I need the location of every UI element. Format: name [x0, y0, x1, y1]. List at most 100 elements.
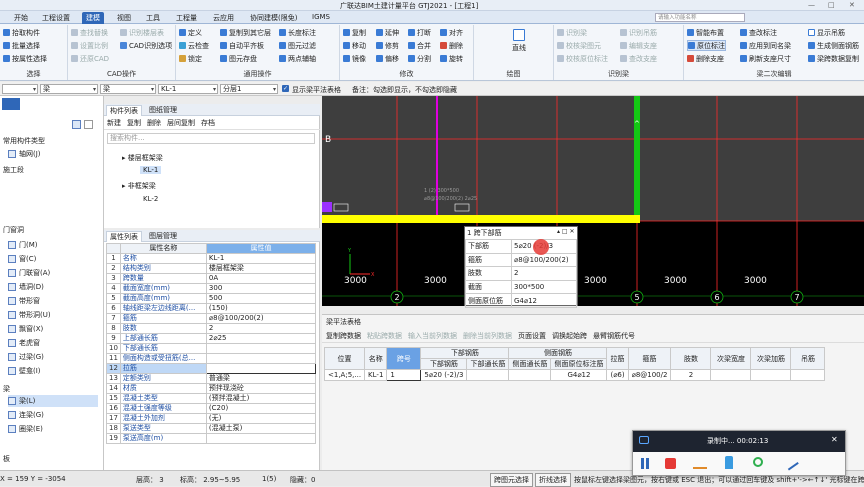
two-point-axis-button[interactable]: 两点辅轴	[279, 53, 316, 64]
tree-leaf-kl2[interactable]: KL-2	[140, 195, 161, 203]
offset-button[interactable]: 偏移	[376, 53, 399, 64]
property-row[interactable]: 3 跨数量 0A	[106, 273, 317, 284]
nav-item-beam[interactable]: 梁(L)	[8, 395, 98, 407]
copy-span-data-button[interactable]: 梁跨数据复制	[808, 53, 859, 64]
restore-cad-button[interactable]: 还原CAD	[71, 53, 109, 64]
find-replace-button[interactable]: 查找替换	[71, 27, 108, 38]
nav-common-header[interactable]: 常用构件类型	[3, 135, 45, 147]
tab-quantity[interactable]: 工程量	[172, 12, 201, 24]
property-row[interactable]: 15 混凝土类型 (预拌混凝土)	[106, 393, 317, 404]
property-value[interactable]: 2	[205, 323, 317, 334]
new-button[interactable]: 新建	[107, 118, 121, 128]
property-row[interactable]: 8 肢数 2	[106, 323, 317, 334]
align-button[interactable]: 对齐	[440, 27, 463, 38]
close-button[interactable]: ✕	[849, 1, 855, 9]
property-row[interactable]: 4 截面宽度(mm) 300	[106, 283, 317, 294]
identify-hanger-button[interactable]: 识别吊筋	[620, 27, 657, 38]
tab-start[interactable]: 开始	[10, 12, 32, 24]
nav-item-bay-window[interactable]: 飘窗(X)	[8, 323, 43, 335]
rotate-button[interactable]: 旋转	[440, 53, 463, 64]
beam-toolbar-button[interactable]: 页面设置	[518, 331, 546, 341]
line-button[interactable]: 直线	[512, 29, 526, 53]
tab-igms[interactable]: IGMS	[308, 12, 334, 24]
delete-button[interactable]: 删除	[440, 40, 463, 51]
copy-between-floors-button[interactable]: 层间复制	[167, 118, 195, 128]
property-value[interactable]: KL-1	[205, 253, 317, 264]
stop-icon[interactable]	[665, 458, 676, 469]
view-support-button[interactable]: 查改支座	[620, 53, 657, 64]
zoom-icon[interactable]	[753, 457, 763, 467]
identify-beam-button[interactable]: 识别梁	[557, 27, 587, 38]
property-value[interactable]: 普通梁	[205, 373, 317, 384]
inplace-annotation-button[interactable]: 原位标注	[687, 40, 726, 51]
delete-support-button[interactable]: 删除支座	[687, 53, 724, 64]
minimize-button[interactable]: —	[808, 1, 815, 9]
merge-button[interactable]: 合并	[408, 40, 431, 51]
table-cell[interactable]	[466, 369, 510, 381]
category-select[interactable]: 梁	[40, 84, 98, 94]
layer-select[interactable]: 分层1	[220, 84, 278, 94]
property-value[interactable]: ⌀8@100/200(2)	[205, 313, 317, 324]
nav-item-grid[interactable]: 轴网(J)	[8, 148, 41, 160]
refresh-support-button[interactable]: 刷新支座尺寸	[740, 53, 791, 64]
property-value[interactable]: (混凝土泵)	[205, 423, 317, 434]
nav-item-beam-folder[interactable]: 梁	[3, 383, 10, 395]
popup-value[interactable]: 300*500	[511, 279, 577, 295]
beam-toolbar-button[interactable]: 调换起始跨	[552, 331, 587, 341]
highlight-icon[interactable]	[725, 456, 733, 469]
table-cell[interactable]: G4⌀12	[550, 369, 608, 381]
tab-view[interactable]: 视图	[113, 12, 135, 24]
check-beam-button[interactable]: 校核梁图元	[557, 40, 601, 51]
tab-drawing-manage[interactable]: 图纸管理	[146, 105, 180, 116]
table-cell[interactable]	[750, 369, 792, 381]
property-value[interactable]: 0A	[205, 273, 317, 284]
property-value[interactable]: 500	[205, 293, 317, 304]
property-row[interactable]: 6 轴线距梁左边线距离(... (150)	[106, 303, 317, 314]
show-hanger-button[interactable]: 显示吊筋	[808, 27, 845, 38]
property-row[interactable]: 18 泵送类型 (混凝土泵)	[106, 423, 317, 434]
property-value[interactable]: 楼层框架梁	[205, 263, 317, 274]
tab-modeling[interactable]: 建模	[82, 12, 104, 24]
nav-item-strip-window[interactable]: 带形窗	[8, 295, 40, 307]
tab-property-list[interactable]: 属性列表	[106, 231, 142, 242]
table-cell[interactable]: KL-1	[364, 369, 388, 381]
table-cell[interactable]: <1,A;5,...	[323, 369, 366, 381]
nav-item-door[interactable]: 门(M)	[8, 239, 38, 251]
type-select[interactable]: 梁	[100, 84, 156, 94]
pick-button[interactable]: 拾取构件	[3, 27, 40, 38]
copy-button[interactable]: 复制	[343, 27, 366, 38]
nav-item-ring-beam[interactable]: 圈梁(E)	[8, 423, 43, 435]
tab-project-settings[interactable]: 工程设置	[38, 12, 74, 24]
table-cell[interactable]: ⌀8@100/2	[627, 369, 672, 381]
set-scale-button[interactable]: 设置比例	[71, 40, 108, 51]
tab-cloud[interactable]: 云应用	[209, 12, 238, 24]
property-row[interactable]: 12 拉筋	[106, 363, 317, 374]
property-value[interactable]: 300	[205, 283, 317, 294]
nav-header-tab[interactable]	[2, 98, 20, 110]
property-row[interactable]: 9 上部通长筋 2⌀25	[106, 333, 317, 344]
define-button[interactable]: 定义	[179, 27, 202, 38]
copy-to-floor-button[interactable]: 复制到其它层	[220, 27, 271, 38]
nav-item-slab[interactable]: 板	[3, 453, 10, 465]
table-row[interactable]: <1,A;5,... KL-1 1 5⌀20 (-2)/3 G4⌀12 (⌀6) ⌀8@10…	[323, 369, 826, 381]
maximize-button[interactable]: □	[828, 1, 835, 9]
beam-toolbar-button[interactable]: 粘贴跨数据	[367, 331, 402, 341]
gen-side-rebar-button[interactable]: 生成侧面钢筋	[808, 40, 859, 51]
tree-leaf-kl1[interactable]: KL-1	[140, 166, 162, 174]
select-by-attr-button[interactable]: 按属性选择	[3, 53, 47, 64]
property-row[interactable]: 10 下部通长筋	[106, 343, 317, 354]
property-row[interactable]: 5 截面高度(mm) 500	[106, 293, 317, 304]
smart-layout-button[interactable]: 智能布置	[687, 27, 724, 38]
grid-view-icon[interactable]	[84, 120, 93, 129]
nav-item-openings[interactable]: 门窗洞	[3, 224, 24, 236]
move-button[interactable]: 移动	[343, 40, 366, 51]
tab-collab[interactable]: 协同建模(限免)	[246, 12, 301, 24]
nav-item-lintel[interactable]: 过梁(G)	[8, 351, 44, 363]
nav-item-door-window[interactable]: 门联窗(A)	[8, 267, 50, 279]
table-cell[interactable]	[790, 369, 826, 381]
popup-value[interactable]: G4⌀12	[511, 293, 577, 308]
property-row[interactable]: 2 结构类别 楼层框架梁	[106, 263, 317, 274]
nav-item-window[interactable]: 窗(C)	[8, 253, 36, 265]
delete-button[interactable]: 删除	[147, 118, 161, 128]
extend-button[interactable]: 延伸	[376, 27, 399, 38]
